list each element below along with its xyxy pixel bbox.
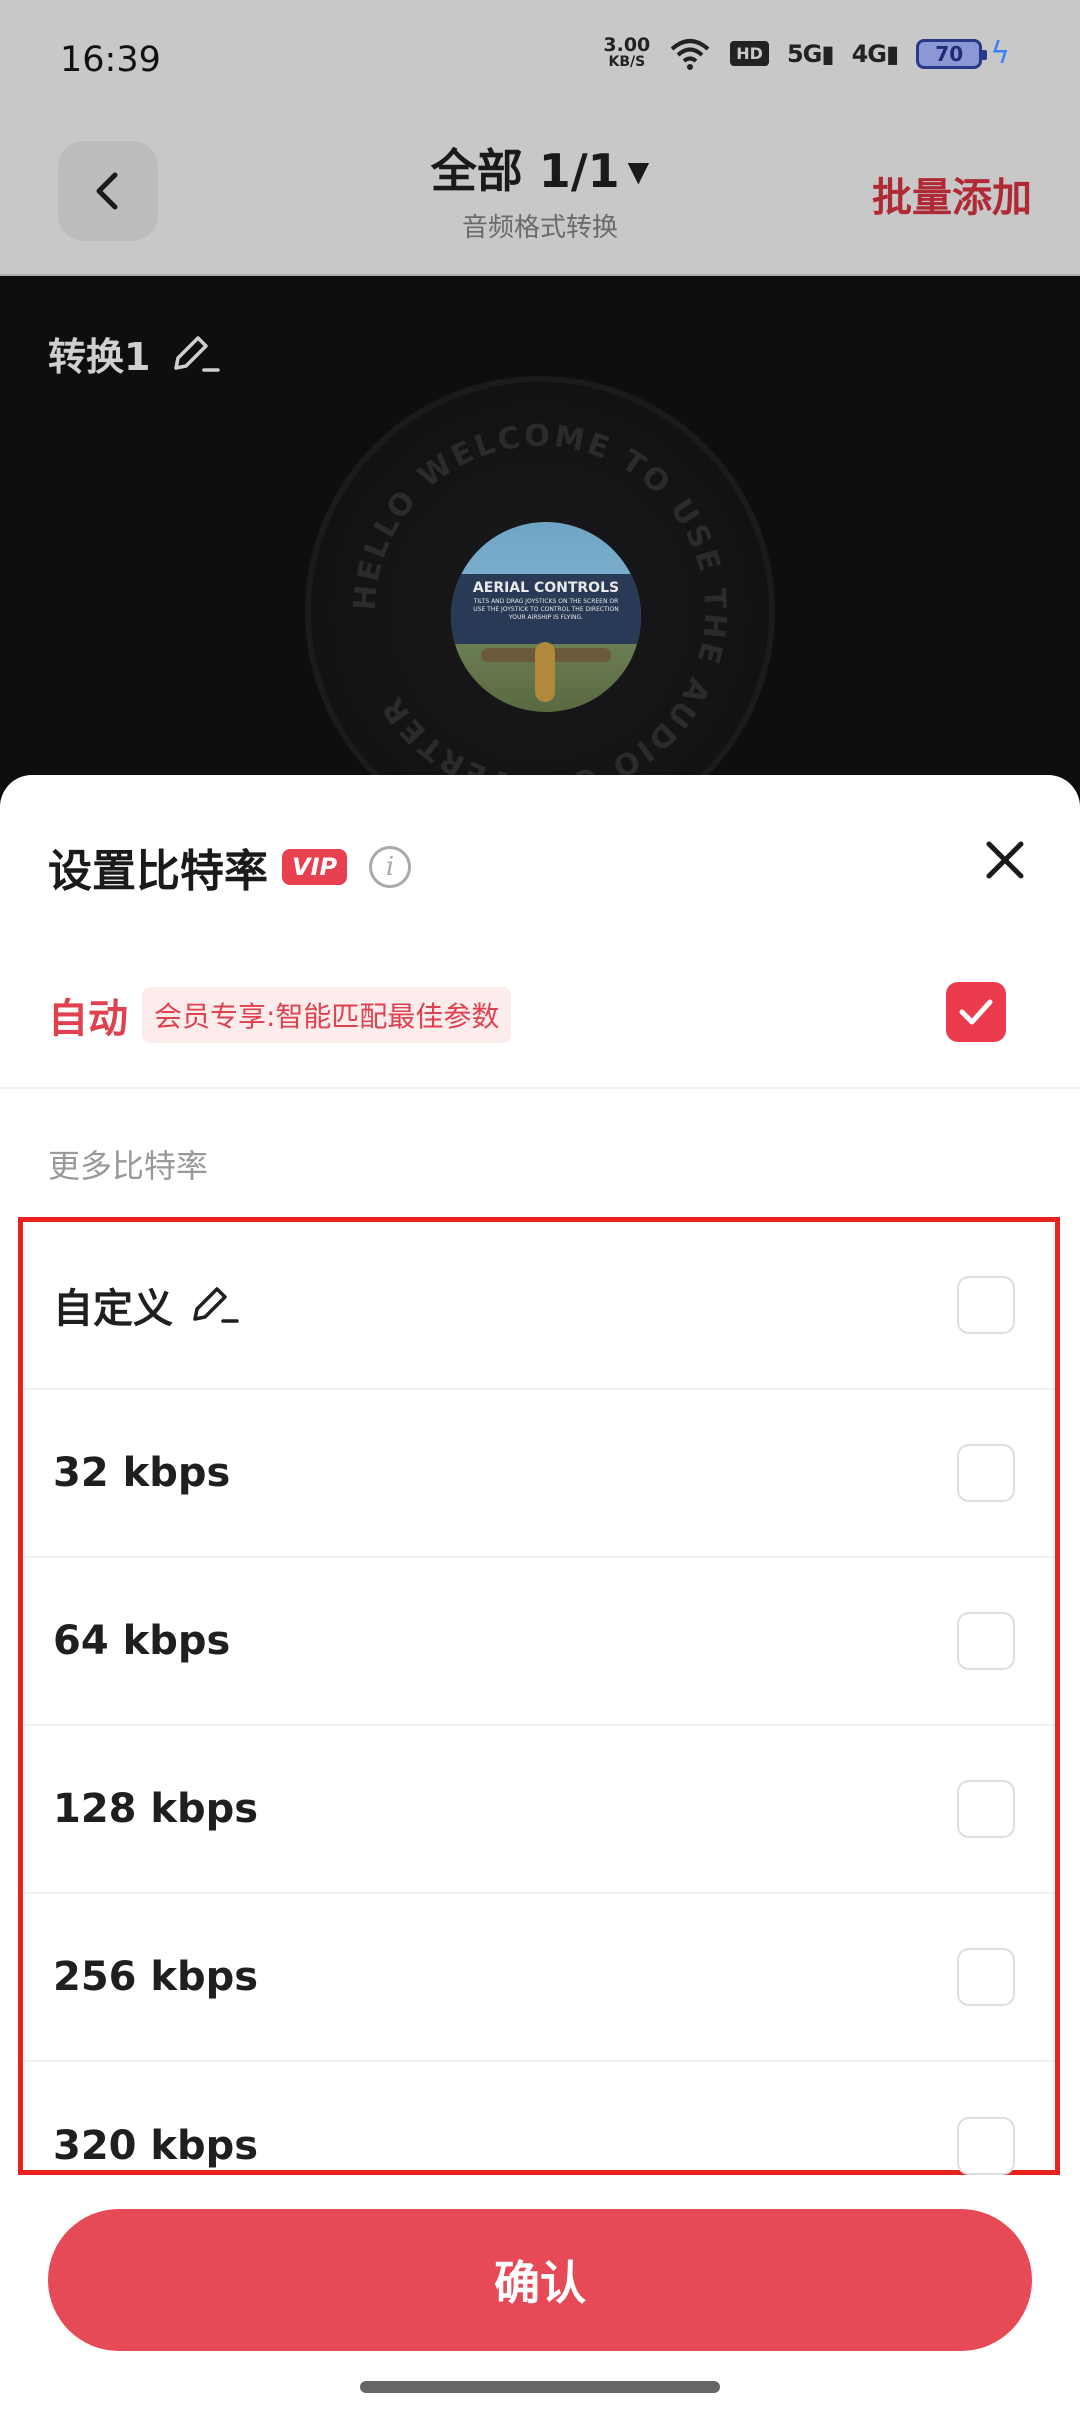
album-cover-banner: AERIAL CONTROLS TILTS AND DRAG JOYSTICKS… xyxy=(451,574,641,644)
page-subtitle: 音频格式转换 xyxy=(461,213,618,243)
signal-5g-icon: 5G▮ xyxy=(786,39,835,68)
auto-vip-tag: 会员专享:智能匹配最佳参数 xyxy=(142,987,512,1043)
network-speed-unit: KB/S xyxy=(608,53,646,70)
bitrate-checkbox[interactable] xyxy=(957,2117,1015,2175)
bitrate-checkbox[interactable] xyxy=(957,1612,1015,1670)
chevron-left-icon xyxy=(96,172,118,210)
album-cover-title: AERIAL CONTROLS xyxy=(472,580,620,596)
bitrate-checkbox[interactable] xyxy=(957,1444,1015,1502)
vip-badge: VIP xyxy=(282,849,348,885)
album-cover-body: TILTS AND DRAG JOYSTICKS ON THE SCREEN O… xyxy=(473,598,619,621)
status-bar: 16:39 3.00 KB/S HD 5G▮ 4G▮ 70 ϟ xyxy=(0,0,1080,125)
status-time: 16:39 xyxy=(60,40,161,80)
bitrate-option-custom[interactable]: 自定义 xyxy=(23,1222,1055,1390)
bitrate-options-highlight: 自定义 32 kbps 64 kbps 128 kbps 256 kbps 32… xyxy=(18,1217,1060,2175)
close-icon xyxy=(986,841,1024,879)
signal-5g-label: 5G xyxy=(786,39,822,68)
signal-4g-icon: 4G▮ xyxy=(851,39,900,68)
edit-pencil-icon[interactable] xyxy=(187,1283,239,1327)
back-button[interactable] xyxy=(58,141,158,241)
bitrate-option-320[interactable]: 320 kbps xyxy=(23,2062,1055,2230)
status-icons: 3.00 KB/S HD 5G▮ 4G▮ 70 ϟ xyxy=(603,33,1010,71)
sheet-title: 设置比特率 xyxy=(48,846,268,897)
bitrate-checkbox[interactable] xyxy=(957,1276,1015,1334)
top-bar: 全部 1/1 ▼ 音频格式转换 批量添加 xyxy=(0,125,1080,275)
charging-bolt-icon: ϟ xyxy=(990,36,1010,71)
track-name-row: 转换1 xyxy=(48,326,221,381)
caret-down-icon: ▼ xyxy=(627,155,650,188)
home-indicator[interactable] xyxy=(360,2381,720,2393)
sheet-header: 设置比特率 VIP i xyxy=(48,835,412,899)
bitrate-option-label: 128 kbps xyxy=(53,1786,259,1832)
bitrate-option-128[interactable]: 128 kbps xyxy=(23,1726,1055,1894)
battery-icon: 70 xyxy=(916,38,988,69)
auto-bitrate-row[interactable]: 自动 会员专享:智能匹配最佳参数 xyxy=(48,980,1032,1050)
bitrate-option-label: 自定义 xyxy=(53,1286,173,1332)
bitrate-option-label: 64 kbps xyxy=(53,1618,231,1664)
battery-level: 70 xyxy=(935,41,964,66)
close-button[interactable] xyxy=(970,825,1040,895)
bitrate-option-label: 256 kbps xyxy=(53,1954,259,2000)
bitrate-checkbox[interactable] xyxy=(957,1780,1015,1838)
title-dropdown[interactable]: 全部 1/1 ▼ 音频格式转换 xyxy=(340,135,740,244)
track-name: 转换1 xyxy=(48,335,151,379)
signal-4g-label: 4G xyxy=(851,39,887,68)
bitrate-sheet: 设置比特率 VIP i 自动 会员专享:智能匹配最佳参数 更多比特率 自定义 3… xyxy=(0,775,1080,2412)
auto-checkbox[interactable] xyxy=(946,982,1006,1042)
network-speed: 3.00 KB/S xyxy=(603,33,651,71)
more-bitrates-label: 更多比特率 xyxy=(48,1147,209,1185)
info-icon[interactable]: i xyxy=(369,846,412,888)
player-area: 转换1 HELLO WELCOME TO USE THE AUDIO CONVE… xyxy=(0,276,1080,846)
checkmark-icon xyxy=(959,999,993,1025)
bird-body xyxy=(535,642,555,702)
confirm-button[interactable]: 确认 xyxy=(48,2209,1032,2351)
batch-add-button[interactable]: 批量添加 xyxy=(872,165,1032,223)
bitrate-option-32[interactable]: 32 kbps xyxy=(23,1390,1055,1558)
bitrate-option-256[interactable]: 256 kbps xyxy=(23,1894,1055,2062)
bitrate-option-64[interactable]: 64 kbps xyxy=(23,1558,1055,1726)
network-speed-value: 3.00 xyxy=(603,33,651,56)
bitrate-option-label: 320 kbps xyxy=(53,2123,259,2169)
album-cover: AERIAL CONTROLS TILTS AND DRAG JOYSTICKS… xyxy=(451,522,641,712)
edit-pencil-icon[interactable] xyxy=(168,332,221,376)
bitrate-checkbox[interactable] xyxy=(957,1948,1015,2006)
bitrate-option-label: 32 kbps xyxy=(53,1450,231,1496)
wifi-icon xyxy=(670,38,710,70)
page-title: 全部 1/1 xyxy=(430,144,620,198)
divider xyxy=(0,1087,1080,1089)
hd-icon: HD xyxy=(730,41,769,66)
auto-label: 自动 xyxy=(48,996,128,1042)
